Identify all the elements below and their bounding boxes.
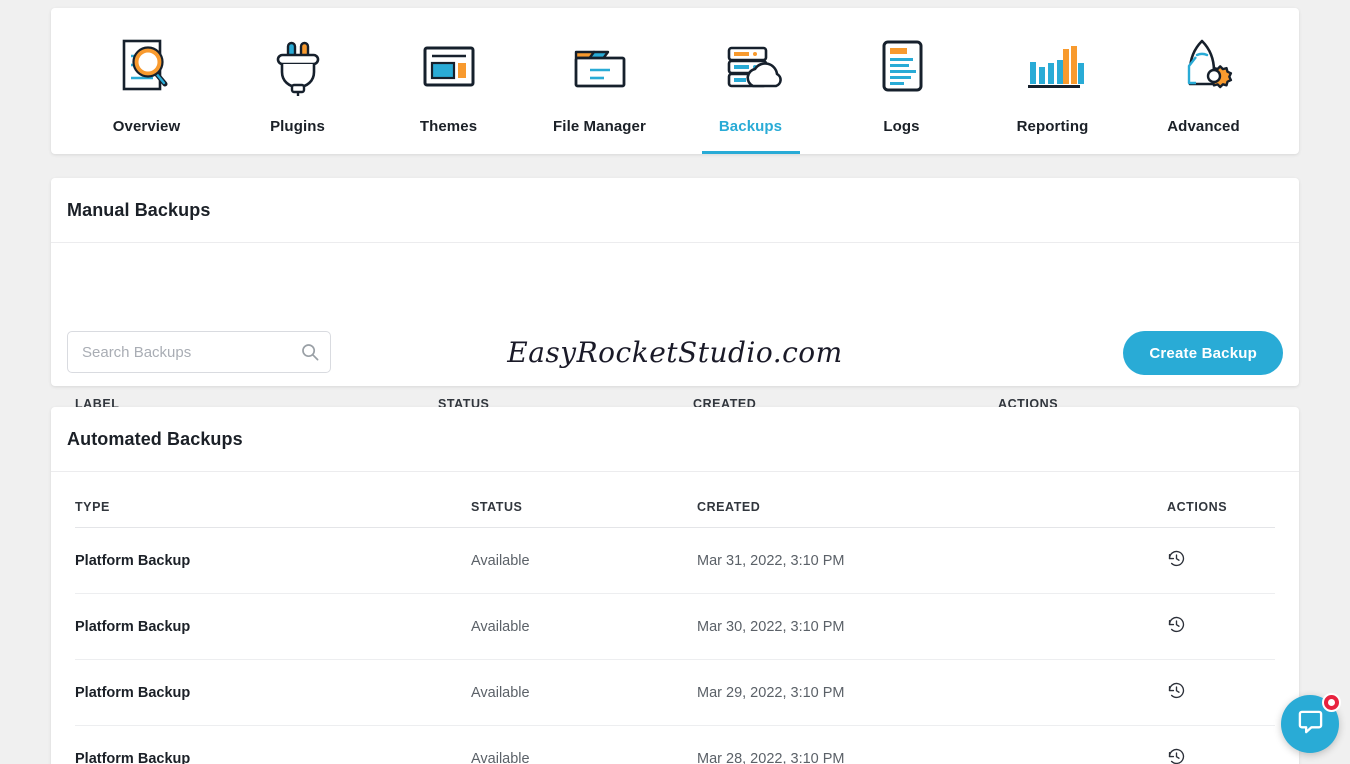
backups-page: Overview Plugins Themes File Manager Bac… — [0, 0, 1350, 764]
cell-status: Available — [471, 527, 697, 594]
automated-backups-header: Automated Backups — [51, 407, 1299, 472]
nav-item-advanced[interactable]: Advanced — [1128, 8, 1279, 154]
cell-created: Mar 30, 2022, 3:10 PM — [697, 593, 1167, 660]
restore-history-icon[interactable] — [1167, 747, 1186, 764]
nav-label: File Manager — [553, 118, 646, 135]
plug-icon — [266, 34, 330, 98]
nav-label: Backups — [718, 118, 783, 135]
restore-history-icon[interactable] — [1167, 615, 1186, 634]
server-cloud-icon — [719, 34, 783, 98]
primary-nav-card: Overview Plugins Themes File Manager Bac… — [51, 8, 1299, 154]
nav-label: Overview — [112, 118, 181, 135]
nav-label: Logs — [883, 118, 920, 135]
manual-backups-body: EasyRocketStudio.com Create Backup LABEL… — [51, 243, 1299, 422]
cell-actions — [1167, 725, 1275, 764]
nav-active-underline — [701, 151, 800, 154]
automated-backups-table: TYPE STATUS CREATED ACTIONS Platform Bac… — [75, 500, 1275, 764]
automated-backups-table-wrap: TYPE STATUS CREATED ACTIONS Platform Bac… — [51, 472, 1299, 764]
create-backup-button[interactable]: Create Backup — [1123, 331, 1283, 375]
cell-type: Platform Backup — [75, 725, 471, 764]
column-header-created: CREATED — [697, 500, 761, 514]
folder-icon — [568, 34, 632, 98]
cell-status: Available — [471, 593, 697, 660]
section-title: Automated Backups — [67, 428, 243, 449]
cell-type: Platform Backup — [75, 659, 471, 726]
search-input[interactable] — [82, 343, 300, 361]
table-row: Platform Backup Available Mar 28, 2022, 3:… — [75, 725, 1275, 764]
document-search-icon — [115, 34, 179, 98]
table-header-row: TYPE STATUS CREATED ACTIONS — [75, 500, 1275, 528]
table-row: Platform Backup Available Mar 31, 2022, 3:… — [75, 527, 1275, 594]
search-backups-field[interactable] — [67, 331, 331, 373]
chat-bubble-icon — [1297, 708, 1324, 740]
automated-backups-tbody: Platform Backup Available Mar 31, 2022, 3:… — [75, 527, 1275, 764]
cell-created: Mar 28, 2022, 3:10 PM — [697, 725, 1167, 764]
nav-label: Themes — [419, 118, 478, 135]
table-row: Platform Backup Available Mar 29, 2022, 3:… — [75, 659, 1275, 726]
cell-actions — [1167, 593, 1275, 660]
nav-label: Advanced — [1167, 118, 1240, 135]
nav-item-backups[interactable]: Backups — [675, 8, 826, 154]
page-title: Manual Backups — [67, 199, 211, 220]
manual-backups-card: Manual Backups EasyRocketStudio.com Crea… — [51, 178, 1299, 422]
live-chat-button[interactable] — [1281, 693, 1341, 753]
manual-backups-header: Manual Backups — [51, 178, 1299, 243]
nav-item-reporting[interactable]: Reporting — [977, 8, 1128, 154]
restore-history-icon[interactable] — [1167, 681, 1186, 700]
cell-created: Mar 31, 2022, 3:10 PM — [697, 527, 1167, 594]
nav-item-logs[interactable]: Logs — [826, 8, 977, 154]
cell-status: Available — [471, 725, 697, 764]
primary-nav: Overview Plugins Themes File Manager Bac… — [51, 8, 1299, 154]
nav-label: Reporting — [1016, 118, 1089, 135]
restore-history-icon[interactable] — [1167, 549, 1186, 568]
cell-actions — [1167, 659, 1275, 726]
nav-item-themes[interactable]: Themes — [373, 8, 524, 154]
search-icon[interactable] — [300, 342, 320, 362]
cell-status: Available — [471, 659, 697, 726]
nav-item-overview[interactable]: Overview — [71, 8, 222, 154]
rocket-gear-icon — [1172, 34, 1236, 98]
automated-backups-card: Automated Backups TYPE STATUS CREATED AC… — [51, 407, 1299, 764]
cell-type: Platform Backup — [75, 593, 471, 660]
bar-chart-icon — [1021, 34, 1085, 98]
column-header-status: STATUS — [471, 500, 523, 514]
nav-label: Plugins — [270, 118, 325, 135]
layout-window-icon — [417, 34, 481, 98]
table-row: Platform Backup Available Mar 30, 2022, 3:… — [75, 593, 1275, 660]
cell-created: Mar 29, 2022, 3:10 PM — [697, 659, 1167, 726]
column-header-type: TYPE — [75, 500, 110, 514]
chat-notification-badge — [1322, 693, 1341, 712]
document-lines-icon — [870, 34, 934, 98]
cell-type: Platform Backup — [75, 527, 471, 594]
column-header-actions: ACTIONS — [1167, 500, 1228, 514]
nav-item-plugins[interactable]: Plugins — [222, 8, 373, 154]
cell-actions — [1167, 527, 1275, 594]
nav-item-file-manager[interactable]: File Manager — [524, 8, 675, 154]
